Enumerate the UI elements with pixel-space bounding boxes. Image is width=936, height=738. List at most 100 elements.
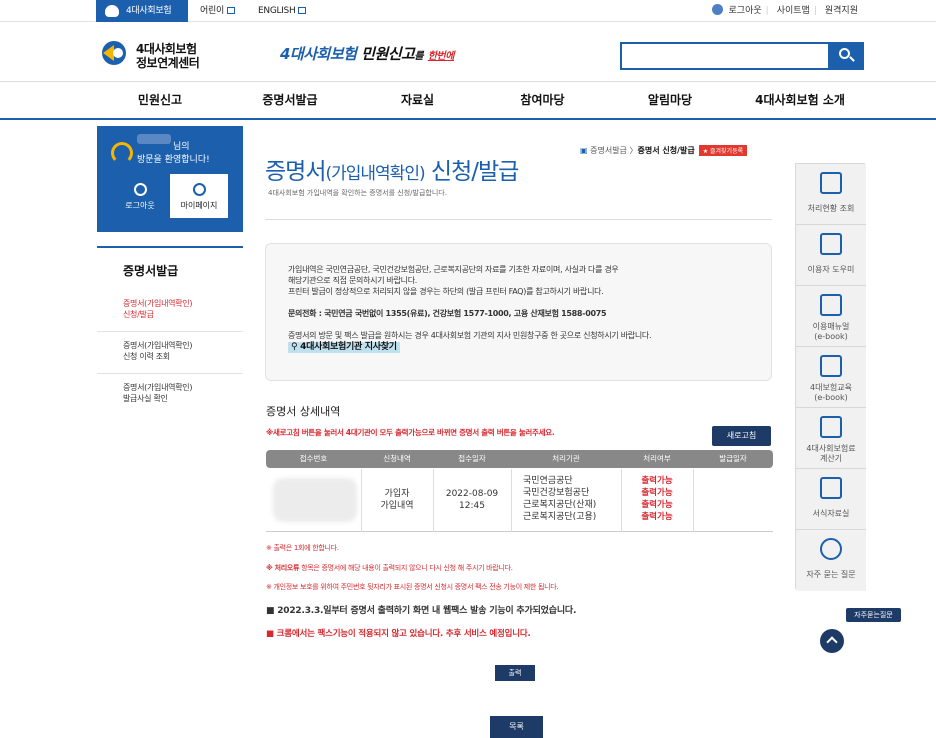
- logout-label: 로그아웃: [125, 201, 155, 210]
- time-value: 12:45: [459, 501, 485, 511]
- table-row: 가입자 가입내역 2022-08-09 12:45 국민연금공단 국민건강보험공단 …: [266, 469, 773, 532]
- quick-label: 서식자료실: [812, 509, 850, 518]
- calculator-icon: [820, 416, 842, 438]
- logout-label: 로그아웃: [728, 6, 762, 16]
- scroll-top-button[interactable]: [820, 629, 844, 653]
- agency-name: 국민연금공단: [523, 476, 573, 486]
- utility-links: 로그아웃 | 사이트맵 | 원격지원: [704, 0, 858, 22]
- note-webfax: ■ 2022.3.3.일부터 증명서 출력하기 화면 내 웹팩스 발송 기능이 …: [266, 606, 577, 616]
- search-input[interactable]: [622, 44, 822, 68]
- branch-finder-label: 4대사회보험기관 지사찾기: [300, 342, 397, 352]
- info-line: 해당기관으로 직접 문의하시기 바랍니다.: [288, 276, 417, 285]
- note-once: ※ 출력은 1회에 한합니다.: [266, 544, 339, 552]
- info-line: 가입내역은 국민연금공단, 국민건강보험공단, 근로복지공단의 자료를 기초한 …: [288, 265, 619, 274]
- nav-notice[interactable]: 알림마당: [605, 82, 735, 119]
- sitemap-link[interactable]: 사이트맵: [777, 6, 810, 16]
- site-header: 4대사회보험 정보연계센터 4대사회보험 민원신고를 한번에: [0, 23, 936, 78]
- sidebar-item-verify[interactable]: 증명서(가입내역확인) 발급사실 확인: [97, 374, 243, 414]
- breadcrumb-prev[interactable]: 증명서발급: [590, 146, 627, 155]
- sidebar-item-label: 증명서(가입내역확인): [123, 341, 193, 350]
- sidebar-item-label: 증명서(가입내역확인): [123, 299, 193, 308]
- note-privacy: ※ 개인정보 보호를 위하여 주민번호 뒷자리가 표시된 증명서 신청시 증명서…: [266, 583, 559, 591]
- quick-status-lookup[interactable]: 처리현황 조회: [796, 164, 866, 225]
- nav-participation[interactable]: 참여마당: [480, 82, 605, 119]
- faq-button[interactable]: 자주묻는질문: [846, 608, 901, 622]
- contact-phone: 문의전화 : 국민연금 국번없이 1355(유료), 건강보험 1577-100…: [288, 309, 607, 318]
- mypage-label: 마이페이지: [180, 201, 218, 210]
- main-navigation: 민원신고 증명서발급 자료실 참여마당 알림마당 4대사회보험 소개: [0, 81, 936, 120]
- col-receipt-no: 접수번호: [299, 454, 328, 463]
- nav-certificate[interactable]: 증명서발급: [225, 82, 355, 119]
- faq-icon: [820, 538, 842, 560]
- search-icon: ⚲: [291, 342, 298, 352]
- search-button[interactable]: [828, 42, 864, 70]
- status-value: 출력가능: [641, 500, 673, 510]
- quick-label: 자주 묻는 질문: [806, 570, 856, 579]
- refresh-note: ※새로고침 버튼을 눌러서 4대기관이 모두 출력가능으로 바뀌면 증명서 출력…: [266, 428, 555, 437]
- status-value: 출력가능: [641, 476, 673, 486]
- nav-about[interactable]: 4대사회보험 소개: [735, 82, 865, 119]
- sidebar-item-label: 신청/발급: [123, 310, 154, 319]
- agency-name: 근로복지공단(산재): [523, 500, 597, 510]
- logout-link[interactable]: 로그아웃: [708, 4, 762, 16]
- logout-icon: [134, 183, 147, 196]
- tab-4insurance[interactable]: 4대사회보험: [96, 0, 188, 22]
- col-issue-date: 발급일자: [719, 454, 747, 463]
- favorite-button[interactable]: ★ 즐겨찾기등록: [698, 145, 748, 156]
- refresh-button[interactable]: 새로고침: [712, 426, 771, 446]
- note-error-bold: ※ 처리오류: [266, 564, 300, 572]
- branch-finder-link[interactable]: ⚲ 4대사회보험기관 지사찾기: [288, 342, 400, 353]
- welcome-text: 님의 방문을 환영합니다!: [137, 141, 210, 167]
- nav-resources[interactable]: 자료실: [355, 82, 480, 119]
- tab-english[interactable]: ENGLISH: [258, 0, 307, 22]
- tab-label: 어린이: [200, 6, 224, 16]
- quick-faq[interactable]: 자주 묻는 질문: [796, 530, 866, 591]
- note-chrome: ■ 크롬에서는 팩스기능이 적용되지 않고 있습니다. 추후 서비스 예정입니다…: [266, 629, 531, 639]
- detail-title: 증명서 상세내역: [266, 405, 341, 418]
- sidebar-logout-button[interactable]: 로그아웃: [111, 174, 169, 218]
- form-icon: [820, 477, 842, 499]
- manual-icon: [820, 294, 842, 316]
- logo-mark-icon: [102, 41, 126, 65]
- user-icon: [711, 4, 723, 15]
- print-button[interactable]: 출력: [495, 665, 535, 681]
- sidebar-item-history[interactable]: 증명서(가입내역확인) 신청 이력 조회: [97, 332, 243, 374]
- book-icon: [820, 355, 842, 377]
- remote-support-link[interactable]: 원격지원: [825, 6, 858, 16]
- page-subtitle: 4대사회보험 가입내역을 확인하는 증명서를 신청/발급합니다.: [268, 189, 447, 197]
- table-header: 접수번호 신청내역 접수일자 처리기관 처리여부 발급일자: [266, 450, 773, 468]
- tab-label: ENGLISH: [258, 6, 296, 16]
- quick-label: 이용매뉴얼: [812, 322, 850, 331]
- quick-manual[interactable]: 이용매뉴얼 (e-book): [796, 286, 866, 347]
- request-type: 가입자 가입내역: [361, 488, 433, 512]
- sidebar-item-label: 증명서(가입내역확인): [123, 383, 193, 392]
- divider: [265, 219, 772, 220]
- quick-education[interactable]: 4대보험교육 (e-book): [796, 347, 866, 408]
- agency-name: 근로복지공단(고용): [523, 512, 597, 522]
- quick-user-guide[interactable]: 이용자 도우미: [796, 225, 866, 286]
- info-line: 증명서의 방문 및 팩스 발급을 원하시는 경우 4대사회보험 기관의 지사 민…: [288, 331, 652, 340]
- nav-complaint[interactable]: 민원신고: [95, 82, 225, 119]
- status-value: 출력가능: [641, 512, 673, 522]
- note-error-text: 항목은 증명서에 해당 내용이 출력되지 않으니 다시 신청 해 주시기 바랍니…: [299, 564, 513, 572]
- info-line: 프린터 발급이 정상적으로 처리되지 않을 경우는 하단의 (발급 프린터 FA…: [288, 287, 604, 296]
- tab-kids[interactable]: 어린이: [200, 0, 235, 22]
- title-part1: 증명서: [265, 159, 326, 185]
- logo-line2: 정보연계센터: [136, 56, 200, 70]
- user-welcome-box: 님의 방문을 환영합니다! 로그아웃 마이페이지: [97, 126, 243, 232]
- quick-calculator[interactable]: 4대사회보험료 계산기: [796, 408, 866, 469]
- note-error: ※ 처리오류 항목은 증명서에 해당 내용이 출력되지 않으니 다시 신청 해 …: [266, 563, 513, 573]
- list-button[interactable]: 목록: [490, 716, 543, 738]
- title-part3: 신청/발급: [424, 159, 519, 185]
- document-icon: [820, 172, 842, 194]
- sidebar-item-apply[interactable]: 증명서(가입내역확인) 신청/발급: [97, 290, 243, 332]
- sidebar-item-label: 신청 이력 조회: [123, 352, 170, 361]
- slogan-small: 를: [414, 51, 424, 62]
- receipt-date: 2022-08-09 12:45: [433, 488, 511, 512]
- page-title: 증명서(가입내역확인) 신청/발급: [265, 152, 519, 186]
- receipt-no-masked: [273, 478, 357, 522]
- quick-forms[interactable]: 서식자료실: [796, 469, 866, 530]
- mypage-button[interactable]: 마이페이지: [170, 174, 228, 218]
- col-agency: 처리기관: [552, 454, 580, 463]
- top-utility-bar: 4대사회보험 어린이 ENGLISH 로그아웃 | 사이트맵 | 원격지원: [0, 0, 936, 22]
